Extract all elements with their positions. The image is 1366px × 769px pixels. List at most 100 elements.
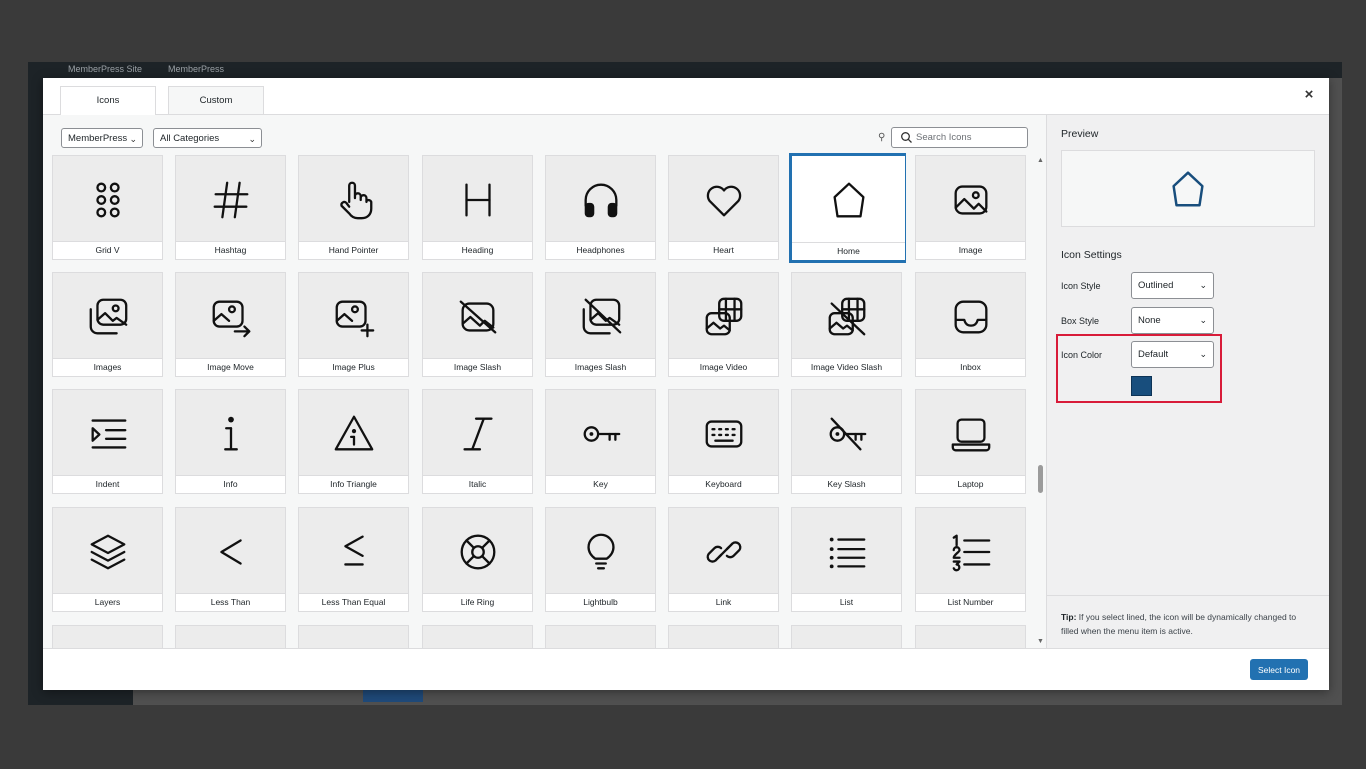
icon-tile[interactable]: Images Slash — [545, 272, 656, 377]
search-input[interactable] — [916, 129, 1024, 146]
icon-tile[interactable]: Link — [668, 507, 779, 612]
icon-tile[interactable]: Key Slash — [791, 389, 902, 494]
library-select[interactable]: MemberPress ⌄ — [61, 128, 143, 148]
icon-tile[interactable]: Less Than Equal — [298, 507, 409, 612]
icon-glyph — [53, 508, 162, 595]
icon-tile[interactable]: Image Plus — [298, 272, 409, 377]
icon-tile-partial[interactable] — [915, 625, 1026, 648]
icon-tile-label: Info — [176, 475, 285, 493]
icon-tile-partial[interactable] — [298, 625, 409, 648]
image-slash-icon — [459, 300, 496, 333]
icon-tile-label: Image Video Slash — [792, 358, 901, 376]
scrollbar[interactable]: ▲ ▼ — [1036, 155, 1046, 648]
color-swatch[interactable] — [1131, 376, 1152, 396]
images-slash-icon — [582, 298, 621, 334]
icon-tile-label: Image Plus — [299, 358, 408, 376]
icon-tile[interactable]: Image Slash — [422, 272, 533, 377]
icon-tile-label: Info Triangle — [299, 475, 408, 493]
info-icon — [223, 416, 238, 450]
search-field[interactable] — [891, 127, 1028, 148]
icon-tile[interactable]: Image Video — [668, 272, 779, 377]
icon-style-select[interactable]: Outlined ⌄ — [1131, 272, 1214, 299]
select-icon-button[interactable]: Select Icon — [1250, 659, 1308, 680]
icon-library-pane: MemberPress ⌄ All Categories ⌄ ⚲ Grid V H… — [43, 115, 1046, 648]
icon-tile-label: Home — [792, 242, 905, 260]
icon-tile-partial[interactable] — [175, 625, 286, 648]
list-number-icon — [952, 534, 990, 571]
keyboard-icon — [705, 419, 742, 448]
icon-tile[interactable]: Laptop — [915, 389, 1026, 494]
icon-tile[interactable]: List Number — [915, 507, 1026, 612]
icon-tile[interactable]: Home — [789, 153, 906, 263]
admin-bar-plugin-name[interactable]: MemberPress — [168, 64, 224, 74]
icon-tile-label: List — [792, 593, 901, 611]
icon-glyph — [792, 508, 901, 595]
icon-tile[interactable]: Image — [915, 155, 1026, 260]
icon-color-value: Default — [1138, 349, 1169, 360]
image-plus-icon — [335, 300, 374, 337]
icon-tile[interactable]: Key — [545, 389, 656, 494]
icon-tile[interactable]: Life Ring — [422, 507, 533, 612]
icon-tile-partial[interactable] — [52, 625, 163, 648]
icon-tile-label: Headphones — [546, 241, 655, 259]
icon-tile[interactable]: Grid V — [52, 155, 163, 260]
box-style-select[interactable]: None ⌄ — [1131, 307, 1214, 334]
icon-tile-label: Italic — [423, 475, 532, 493]
icon-tile[interactable]: Italic — [422, 389, 533, 494]
heart-icon — [706, 185, 741, 216]
close-icon[interactable]: × — [1301, 87, 1317, 103]
list-icon — [829, 537, 865, 568]
tab-custom[interactable]: Custom — [168, 86, 264, 114]
icon-tile[interactable]: Heading — [422, 155, 533, 260]
icon-color-select[interactable]: Default ⌄ — [1131, 341, 1214, 368]
icon-tile-partial[interactable] — [668, 625, 779, 648]
icon-glyph — [53, 273, 162, 360]
icon-glyph — [669, 508, 778, 595]
admin-bar-site-name[interactable]: MemberPress Site — [68, 64, 142, 74]
wp-admin-bar: MemberPress Site MemberPress — [28, 62, 1342, 78]
icon-glyph — [176, 508, 285, 595]
icon-tile[interactable]: Hand Pointer — [298, 155, 409, 260]
icon-tile[interactable]: Inbox — [915, 272, 1026, 377]
scrollbar-thumb[interactable] — [1038, 465, 1043, 493]
icon-tile-label: Image Move — [176, 358, 285, 376]
icon-tile[interactable]: Heart — [668, 155, 779, 260]
icon-tile-partial[interactable] — [791, 625, 902, 648]
icon-tile-label: Link — [669, 593, 778, 611]
icon-tile[interactable]: Keyboard — [668, 389, 779, 494]
tab-icons[interactable]: Icons — [60, 86, 156, 115]
category-select[interactable]: All Categories ⌄ — [153, 128, 262, 148]
icon-tile[interactable]: Layers — [52, 507, 163, 612]
filter-bar: MemberPress ⌄ All Categories ⌄ ⚲ — [43, 115, 1046, 155]
icon-tile-partial[interactable] — [545, 625, 656, 648]
settings-pane: Preview Icon Settings Icon Style Outline… — [1046, 115, 1329, 648]
icon-style-label: Icon Style — [1061, 281, 1101, 291]
icon-tile[interactable]: Indent — [52, 389, 163, 494]
search-icon — [901, 132, 912, 143]
icon-color-label: Icon Color — [1061, 350, 1103, 360]
backdrop-button — [363, 690, 423, 702]
icon-glyph — [299, 273, 408, 360]
icon-tile[interactable]: Hashtag — [175, 155, 286, 260]
icon-tile[interactable]: List — [791, 507, 902, 612]
icon-grid: Grid V Hashtag Hand Pointer Heading Headphon… — [52, 153, 1032, 648]
icon-tile-label: Inbox — [916, 358, 1025, 376]
indent-icon — [91, 418, 126, 449]
icon-tile[interactable]: Image Video Slash — [791, 272, 902, 377]
icon-tile-label: Layers — [53, 593, 162, 611]
icon-tile[interactable]: Info — [175, 389, 286, 494]
icon-tile-label: Heading — [423, 241, 532, 259]
icon-tile[interactable]: Images — [52, 272, 163, 377]
icon-tile[interactable]: Headphones — [545, 155, 656, 260]
images-icon — [89, 298, 127, 334]
icon-tile[interactable]: Less Than — [175, 507, 286, 612]
icon-tile[interactable]: Lightbulb — [545, 507, 656, 612]
icon-tile[interactable]: Image Move — [175, 272, 286, 377]
life-ring-icon — [460, 534, 495, 569]
image-video-icon — [705, 297, 742, 335]
scroll-down-icon[interactable]: ▼ — [1037, 638, 1044, 645]
icon-tile-partial[interactable] — [422, 625, 533, 648]
icon-glyph — [792, 390, 901, 477]
scroll-up-icon[interactable]: ▲ — [1037, 157, 1044, 164]
icon-tile[interactable]: Info Triangle — [298, 389, 409, 494]
